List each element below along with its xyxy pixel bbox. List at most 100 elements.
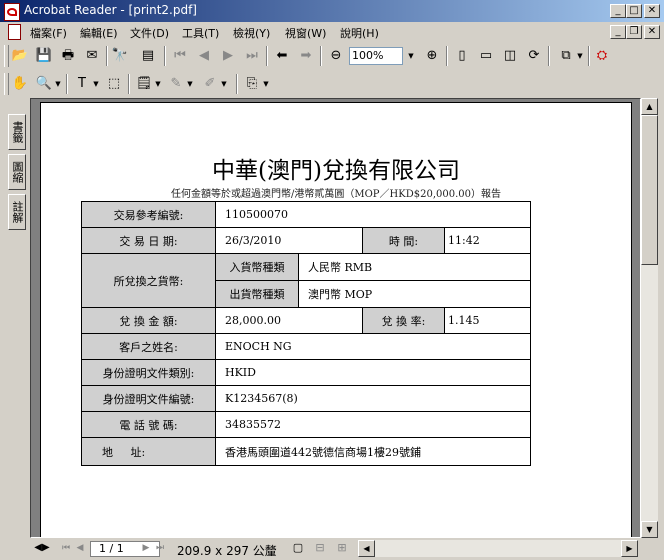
rotate-view-icon[interactable]: ⟳ xyxy=(524,46,544,66)
out-currency-label: 出貨幣種類 xyxy=(215,280,299,308)
print-icon[interactable]: 🖶 xyxy=(58,46,78,66)
id-type-value: HKID xyxy=(215,359,531,386)
address-label: 地 址: xyxy=(81,437,216,466)
doc-minimize-button[interactable]: _ xyxy=(610,25,626,39)
text-select-dropdown-icon[interactable]: ▼ xyxy=(92,74,100,94)
in-currency-value: 人民幣 RMB xyxy=(298,253,531,281)
name-value: ENOCH NG xyxy=(215,333,531,360)
title-bar: Acrobat Reader - [print2.pdf] _ □ ✕ xyxy=(0,0,664,22)
amount-value: 28,000.00 xyxy=(215,307,363,334)
out-currency-value: 澳門幣 MOP xyxy=(298,280,531,308)
facing-icon[interactable]: ⊞ xyxy=(332,539,352,557)
highlighter-dropdown-icon[interactable]: ▼ xyxy=(220,74,228,94)
time-value: 11:42 xyxy=(444,227,531,254)
menu-help[interactable]: 說明(H) xyxy=(340,25,379,41)
time-label: 時 間: xyxy=(362,227,445,254)
save-icon[interactable]: 💾 xyxy=(34,46,54,66)
doc-restore-button[interactable]: ❐ xyxy=(626,25,642,39)
pencil-tool-dropdown-icon[interactable]: ▼ xyxy=(186,74,194,94)
zoom-dropdown-icon[interactable]: ▼ xyxy=(407,46,415,66)
page-layout-icon[interactable]: ⧉ xyxy=(556,46,576,66)
continuous-icon[interactable]: ⊟ xyxy=(310,539,330,557)
open-icon[interactable]: 📂 xyxy=(10,46,30,66)
note-tool-icon[interactable]: 🗒 xyxy=(134,74,154,94)
find-icon[interactable]: 🔭 xyxy=(110,46,130,66)
phone-label: 電 話 號 碼: xyxy=(81,411,216,438)
menu-edit[interactable]: 編輯(E) xyxy=(80,25,118,41)
vertical-scrollbar[interactable]: ▲ ▼ xyxy=(641,98,658,538)
scroll-right-icon[interactable]: ▶ xyxy=(621,540,638,557)
id-number-value: K1234567(8) xyxy=(215,385,531,412)
first-page-icon[interactable]: ⏮ xyxy=(170,46,190,66)
note-tool-dropdown-icon[interactable]: ▼ xyxy=(154,74,162,94)
single-page-icon[interactable]: ▢ xyxy=(288,539,308,557)
status-last-page-icon[interactable]: ⏭ xyxy=(150,539,170,557)
adobe-online-icon[interactable]: ⛭ xyxy=(592,46,612,66)
ref-label: 交易參考編號: xyxy=(81,201,216,228)
scroll-thumb[interactable] xyxy=(641,115,658,265)
doc-close-button[interactable]: ✕ xyxy=(644,25,660,39)
zoom-input[interactable]: 100% xyxy=(349,47,403,65)
maximize-button[interactable]: □ xyxy=(626,4,642,18)
menu-bar: 檔案(F) 編輯(E) 文件(D) 工具(T) 檢視(Y) 視窗(W) 說明(H… xyxy=(0,22,664,42)
horizontal-scrollbar[interactable]: ◀ ▶ xyxy=(358,540,638,557)
date-value: 26/3/2010 xyxy=(215,227,363,254)
graphics-select-icon[interactable]: ⬚ xyxy=(104,74,124,94)
amount-label: 兌 換 金 額: xyxy=(81,307,216,334)
next-page-icon[interactable]: ▶ xyxy=(218,46,238,66)
menu-view[interactable]: 檢視(Y) xyxy=(233,25,270,41)
menu-window[interactable]: 視窗(W) xyxy=(285,25,326,41)
fit-page-icon[interactable]: ▭ xyxy=(476,46,496,66)
tab-comments[interactable]: 註解 xyxy=(8,194,26,230)
date-label: 交 易 日 期: xyxy=(81,227,216,254)
menu-file[interactable]: 檔案(F) xyxy=(30,25,67,41)
page-nav-toggle-icon[interactable]: ◀▶ xyxy=(32,539,52,557)
status-bar: ◀▶ ⏮ ◀ 1 / 1 ▶ ⏭ 209.9 x 297 公釐 ▢ ⊟ ⊞ ◀ … xyxy=(30,538,664,560)
document-view[interactable]: 中華(澳門)兌換有限公司 任何金額等於或超過澳門幣/港幣貳萬圓（MOP／HKD$… xyxy=(30,98,641,538)
page-layout-dropdown-icon[interactable]: ▼ xyxy=(576,46,584,66)
in-currency-label: 入貨幣種類 xyxy=(215,253,299,281)
main-toolbar: 📂 💾 🖶 ✉ 🔭 ▤ ⏮ ◀ ▶ ⏭ ⬅ ➡ ⊖ 100% ▼ ⊕ ▯ ▭ ◫… xyxy=(0,42,664,70)
actual-size-icon[interactable]: ▯ xyxy=(452,46,472,66)
pencil-tool-icon[interactable]: ✎ xyxy=(166,74,186,94)
zoom-tool-icon[interactable]: 🔍 xyxy=(34,74,54,94)
tab-thumbnails[interactable]: 圖縮 xyxy=(8,154,26,190)
hand-tool-icon[interactable]: ✋ xyxy=(10,74,30,94)
zoom-in-icon[interactable]: ⊕ xyxy=(422,46,442,66)
zoom-out-icon[interactable]: ⊖ xyxy=(326,46,346,66)
phone-value: 34835572 xyxy=(215,411,531,438)
text-select-icon[interactable]: T xyxy=(72,74,92,94)
company-title: 中華(澳門)兌換有限公司 xyxy=(212,158,460,184)
fit-width-icon[interactable]: ◫ xyxy=(500,46,520,66)
menu-document[interactable]: 文件(D) xyxy=(130,25,169,41)
window-title: Acrobat Reader - [print2.pdf] xyxy=(24,3,197,17)
ref-value: 110500070 xyxy=(215,201,531,228)
go-forward-icon[interactable]: ➡ xyxy=(296,46,316,66)
scroll-up-icon[interactable]: ▲ xyxy=(641,98,658,115)
last-page-icon[interactable]: ⏭ xyxy=(242,46,262,66)
tab-bookmarks[interactable]: 書籤 xyxy=(8,114,26,150)
menu-tools[interactable]: 工具(T) xyxy=(182,25,219,41)
acrobat-app-icon[interactable] xyxy=(4,3,20,21)
scroll-left-icon[interactable]: ◀ xyxy=(358,540,375,557)
close-button[interactable]: ✕ xyxy=(644,4,660,18)
previous-page-icon[interactable]: ◀ xyxy=(194,46,214,66)
id-number-label: 身份證明文件編號: xyxy=(81,385,216,412)
minimize-button[interactable]: _ xyxy=(610,4,626,18)
scroll-down-icon[interactable]: ▼ xyxy=(641,521,658,538)
pdf-page: 中華(澳門)兌換有限公司 任何金額等於或超過澳門幣/港幣貳萬圓（MOP／HKD$… xyxy=(40,102,632,537)
stamp-tool-icon[interactable]: ⎘ xyxy=(242,74,262,94)
page-size-text: 209.9 x 297 公釐 xyxy=(177,544,277,558)
status-prev-page-icon[interactable]: ◀ xyxy=(70,539,90,557)
document-icon[interactable] xyxy=(8,24,21,40)
address-value: 香港馬頭圍道442號德信商場1樓29號鋪 xyxy=(215,437,531,466)
name-label: 客戶之姓名: xyxy=(81,333,216,360)
report-subtitle: 任何金額等於或超過澳門幣/港幣貳萬圓（MOP／HKD$20,000.00）報告 xyxy=(171,189,501,200)
go-back-icon[interactable]: ⬅ xyxy=(272,46,292,66)
rate-label: 兌 換 率: xyxy=(362,307,445,334)
email-icon[interactable]: ✉ xyxy=(82,46,102,66)
zoom-tool-dropdown-icon[interactable]: ▼ xyxy=(54,74,62,94)
navigation-pane-icon[interactable]: ▤ xyxy=(138,46,158,66)
highlighter-icon[interactable]: ✐ xyxy=(200,74,220,94)
stamp-tool-dropdown-icon[interactable]: ▼ xyxy=(262,74,270,94)
